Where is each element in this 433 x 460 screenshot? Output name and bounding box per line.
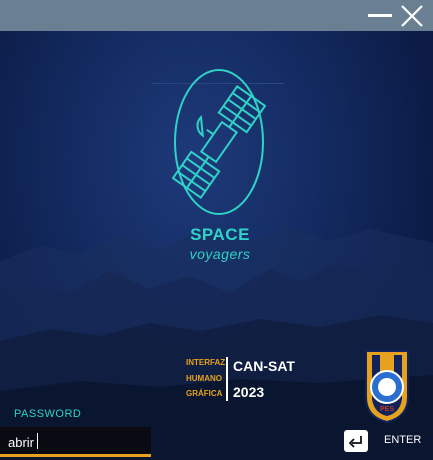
title-bar: [0, 0, 433, 31]
close-icon[interactable]: [399, 3, 425, 29]
university-crest-logo: PES: [365, 350, 409, 424]
brand-subtitle: voyagers: [189, 246, 251, 262]
event-year: 2023: [233, 384, 265, 400]
crest-text: PES: [380, 406, 394, 413]
enter-button[interactable]: ENTER: [344, 430, 424, 454]
password-field[interactable]: abrir: [0, 427, 151, 457]
event-subtitle-line2: HUMANO: [186, 374, 222, 383]
brand-title: SPACE: [190, 225, 250, 244]
enter-label: ENTER: [384, 434, 422, 446]
password-label: PASSWORD: [14, 408, 82, 420]
password-value[interactable]: abrir: [8, 435, 34, 450]
satellite-icon: [172, 69, 266, 215]
event-subtitle-line3: GRÁFICA: [186, 389, 223, 398]
enter-return-icon: [344, 430, 368, 452]
text-caret: [37, 433, 38, 449]
event-subtitle-line1: INTERFAZ: [186, 358, 226, 367]
divider: [226, 357, 228, 401]
minimize-icon[interactable]: [368, 14, 392, 17]
event-name: CAN-SAT: [233, 358, 295, 374]
